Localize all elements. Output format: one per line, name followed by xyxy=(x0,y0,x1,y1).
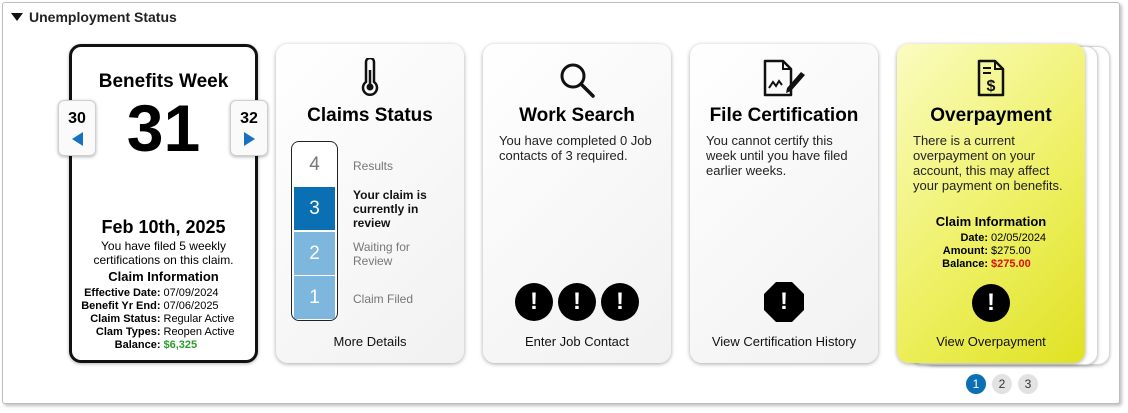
step-1: 1 xyxy=(294,276,335,319)
unemployment-status-panel: Unemployment Status Benefits Week 31 Feb… xyxy=(2,2,1120,404)
info-row-balance: Balance: $6,325 xyxy=(114,339,198,351)
page-1-button[interactable]: 1 xyxy=(966,374,986,394)
step-3: 3 xyxy=(294,187,335,230)
alert-icon: ! xyxy=(601,283,639,321)
previous-week-number: 30 xyxy=(68,110,86,127)
info-row-claim-types: Clam Types: Reopen Active xyxy=(95,326,235,338)
overpayment-title: Overpayment xyxy=(930,105,1052,126)
step-label-filed: Claim Filed xyxy=(353,292,414,306)
section-toggle[interactable]: Unemployment Status xyxy=(11,9,177,25)
dollar-document-icon: $ xyxy=(977,59,1005,97)
overpayment-info-title: Claim Information xyxy=(935,214,1047,229)
step-4: 4 xyxy=(294,143,335,186)
file-certification-title: File Certification xyxy=(709,105,859,126)
arrow-left-icon xyxy=(71,132,83,146)
benefits-week-title: Benefits Week xyxy=(98,71,229,92)
svg-text:$: $ xyxy=(987,78,996,95)
work-search-card: Work Search You have completed 0 Job con… xyxy=(483,44,671,363)
next-week-button[interactable]: 32 xyxy=(230,100,268,156)
alert-icon: ! xyxy=(558,283,596,321)
page-3-button[interactable]: 3 xyxy=(1018,374,1038,394)
stop-alert-icon: ! xyxy=(764,282,804,322)
info-row-overpayment-balance: Balance: $275.00 xyxy=(942,258,1031,270)
view-certification-history-link[interactable]: View Certification History xyxy=(690,334,878,349)
claim-stepper: 4 3 2 1 xyxy=(291,141,338,321)
caret-down-icon xyxy=(11,13,23,21)
week-date: Feb 10th, 2025 xyxy=(101,217,226,237)
info-row-effective-date: Effective Date: 07/09/2024 xyxy=(84,287,219,299)
alert-icon: ! xyxy=(515,283,553,321)
more-details-link[interactable]: More Details xyxy=(276,334,464,349)
info-row-claim-status: Claim Status: Regular Active xyxy=(90,313,235,325)
overpayment-text: There is a current overpayment on your a… xyxy=(913,133,1063,193)
work-search-text: You have completed 0 Job contacts of 3 r… xyxy=(499,133,652,163)
claim-info-title: Claim Information xyxy=(108,269,219,284)
step-label-in-review: Your claim is currently in review xyxy=(353,188,427,230)
step-2: 2 xyxy=(294,232,335,275)
info-row-date: Date: 02/05/2024 xyxy=(960,232,1047,244)
alert-icon: ! xyxy=(972,284,1010,322)
document-pen-icon xyxy=(763,59,805,97)
work-search-title: Work Search xyxy=(519,105,635,126)
magnifier-icon xyxy=(560,63,595,98)
file-certification-text: You cannot certify this week until you h… xyxy=(706,133,848,178)
page-2-button[interactable]: 2 xyxy=(992,374,1012,394)
info-row-amount: Amount: $275.00 xyxy=(942,245,1031,257)
section-title: Unemployment Status xyxy=(29,9,177,25)
info-row-benefit-year-end: Benefit Yr End: 07/06/2025 xyxy=(81,300,219,312)
benefits-week-card: Benefits Week 31 Feb 10th, 2025 You have… xyxy=(69,44,258,363)
weekly-certifications-text: You have filed 5 weekly certifications o… xyxy=(93,239,234,267)
claims-status-title: Claims Status xyxy=(307,105,433,126)
thermometer-icon xyxy=(361,58,379,96)
claims-status-card: Claims Status 4 3 2 1 Results Your claim… xyxy=(276,44,464,363)
current-week-number: 31 xyxy=(126,91,201,165)
view-overpayment-link[interactable]: View Overpayment xyxy=(897,334,1085,349)
step-label-results: Results xyxy=(353,159,394,173)
file-certification-card: File Certification You cannot certify th… xyxy=(690,44,878,363)
enter-job-contact-link[interactable]: Enter Job Contact xyxy=(483,334,671,349)
next-week-number: 32 xyxy=(240,110,258,127)
arrow-right-icon xyxy=(243,132,255,146)
step-label-waiting: Waiting for Review xyxy=(353,240,410,268)
pagination: 1 2 3 xyxy=(966,374,1038,394)
overpayment-card: $ Overpayment There is a current overpay… xyxy=(897,44,1085,363)
previous-week-button[interactable]: 30 xyxy=(58,100,96,156)
